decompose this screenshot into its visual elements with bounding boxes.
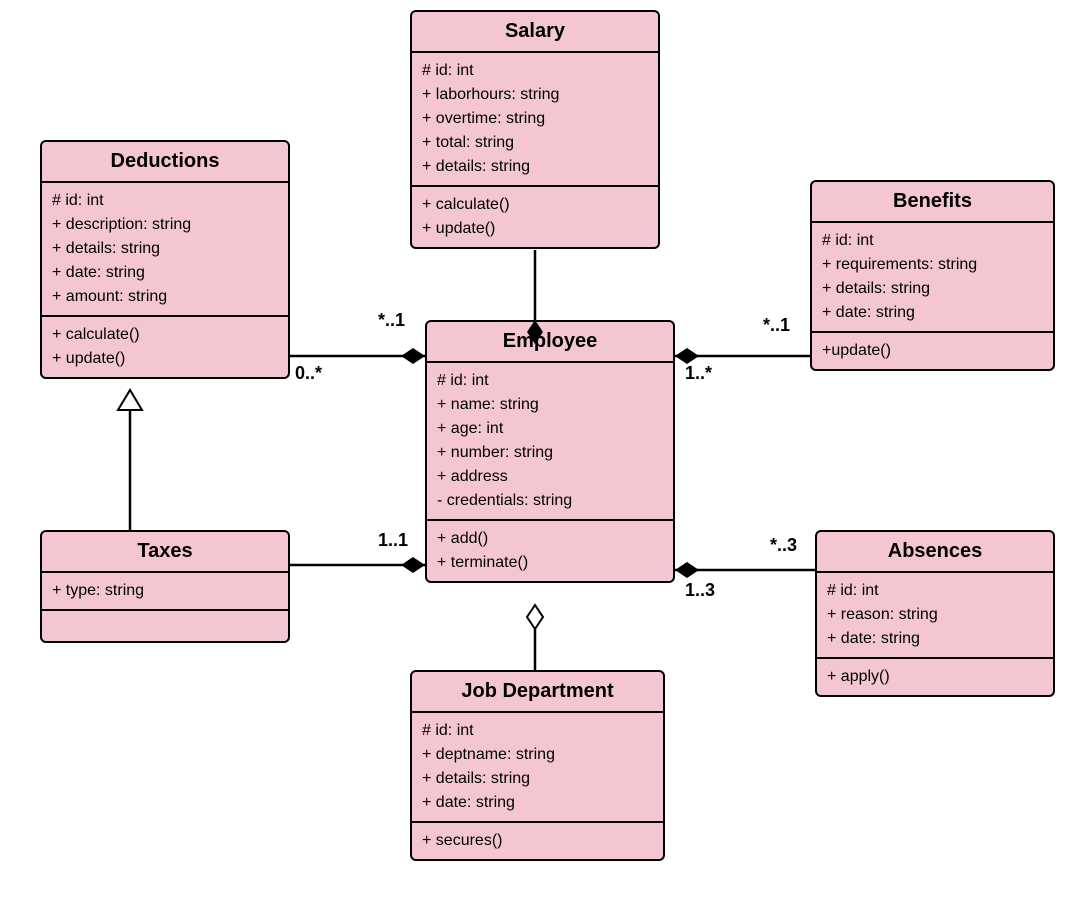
attr: + date: string <box>52 261 278 285</box>
attr: - credentials: string <box>437 489 663 513</box>
class-ops: + calculate() + update() <box>42 317 288 377</box>
op: + calculate() <box>52 323 278 347</box>
class-benefits: Benefits # id: int + requirements: strin… <box>810 180 1055 371</box>
class-attrs: # id: int + laborhours: string + overtim… <box>412 53 658 187</box>
class-attrs: + type: string <box>42 573 288 611</box>
op: + apply() <box>827 665 1043 689</box>
attr: + date: string <box>827 627 1043 651</box>
attr: # id: int <box>827 579 1043 603</box>
attr: # id: int <box>52 189 278 213</box>
attr: + overtime: string <box>422 107 648 131</box>
class-absences: Absences # id: int + reason: string + da… <box>815 530 1055 697</box>
attr: + reason: string <box>827 603 1043 627</box>
class-ops: +update() <box>812 333 1053 369</box>
mult-label: *..3 <box>770 535 797 556</box>
attr: + name: string <box>437 393 663 417</box>
class-ops: + apply() <box>817 659 1053 695</box>
class-attrs: # id: int + reason: string + date: strin… <box>817 573 1053 659</box>
attr: + details: string <box>822 277 1043 301</box>
class-attrs: # id: int + name: string + age: int + nu… <box>427 363 673 521</box>
attr: + laborhours: string <box>422 83 648 107</box>
op: + secures() <box>422 829 653 853</box>
class-employee: Employee # id: int + name: string + age:… <box>425 320 675 583</box>
attr: + age: int <box>437 417 663 441</box>
class-title: Salary <box>412 12 658 53</box>
class-title: Absences <box>817 532 1053 573</box>
class-title: Job Department <box>412 672 663 713</box>
class-taxes: Taxes + type: string <box>40 530 290 643</box>
attr: + details: string <box>422 767 653 791</box>
attr: + date: string <box>822 301 1043 325</box>
attr: + requirements: string <box>822 253 1043 277</box>
class-title: Employee <box>427 322 673 363</box>
attr: + date: string <box>422 791 653 815</box>
class-jobdept: Job Department # id: int + deptname: str… <box>410 670 665 861</box>
class-deductions: Deductions # id: int + description: stri… <box>40 140 290 379</box>
class-ops: + calculate() + update() <box>412 187 658 247</box>
attr: # id: int <box>437 369 663 393</box>
mult-label: *..1 <box>378 310 405 331</box>
attr: + address <box>437 465 663 489</box>
class-title: Deductions <box>42 142 288 183</box>
mult-label: 1..* <box>685 363 712 384</box>
class-ops <box>42 611 288 641</box>
class-ops: + add() + terminate() <box>427 521 673 581</box>
attr: + description: string <box>52 213 278 237</box>
op: + terminate() <box>437 551 663 575</box>
op: +update() <box>822 339 1043 363</box>
attr: # id: int <box>422 59 648 83</box>
class-title: Benefits <box>812 182 1053 223</box>
class-attrs: # id: int + description: string + detail… <box>42 183 288 317</box>
mult-label: 1..1 <box>378 530 408 551</box>
class-attrs: # id: int + deptname: string + details: … <box>412 713 663 823</box>
attr: # id: int <box>822 229 1043 253</box>
class-attrs: # id: int + requirements: string + detai… <box>812 223 1053 333</box>
attr: + amount: string <box>52 285 278 309</box>
attr: + details: string <box>52 237 278 261</box>
op: + update() <box>52 347 278 371</box>
class-ops: + secures() <box>412 823 663 859</box>
op: + update() <box>422 217 648 241</box>
mult-label: *..1 <box>763 315 790 336</box>
class-salary: Salary # id: int + laborhours: string + … <box>410 10 660 249</box>
attr: + type: string <box>52 579 278 603</box>
attr: + deptname: string <box>422 743 653 767</box>
attr: # id: int <box>422 719 653 743</box>
attr: + number: string <box>437 441 663 465</box>
op: + calculate() <box>422 193 648 217</box>
attr: + total: string <box>422 131 648 155</box>
mult-label: 0..* <box>295 363 322 384</box>
op: + add() <box>437 527 663 551</box>
attr: + details: string <box>422 155 648 179</box>
class-title: Taxes <box>42 532 288 573</box>
mult-label: 1..3 <box>685 580 715 601</box>
